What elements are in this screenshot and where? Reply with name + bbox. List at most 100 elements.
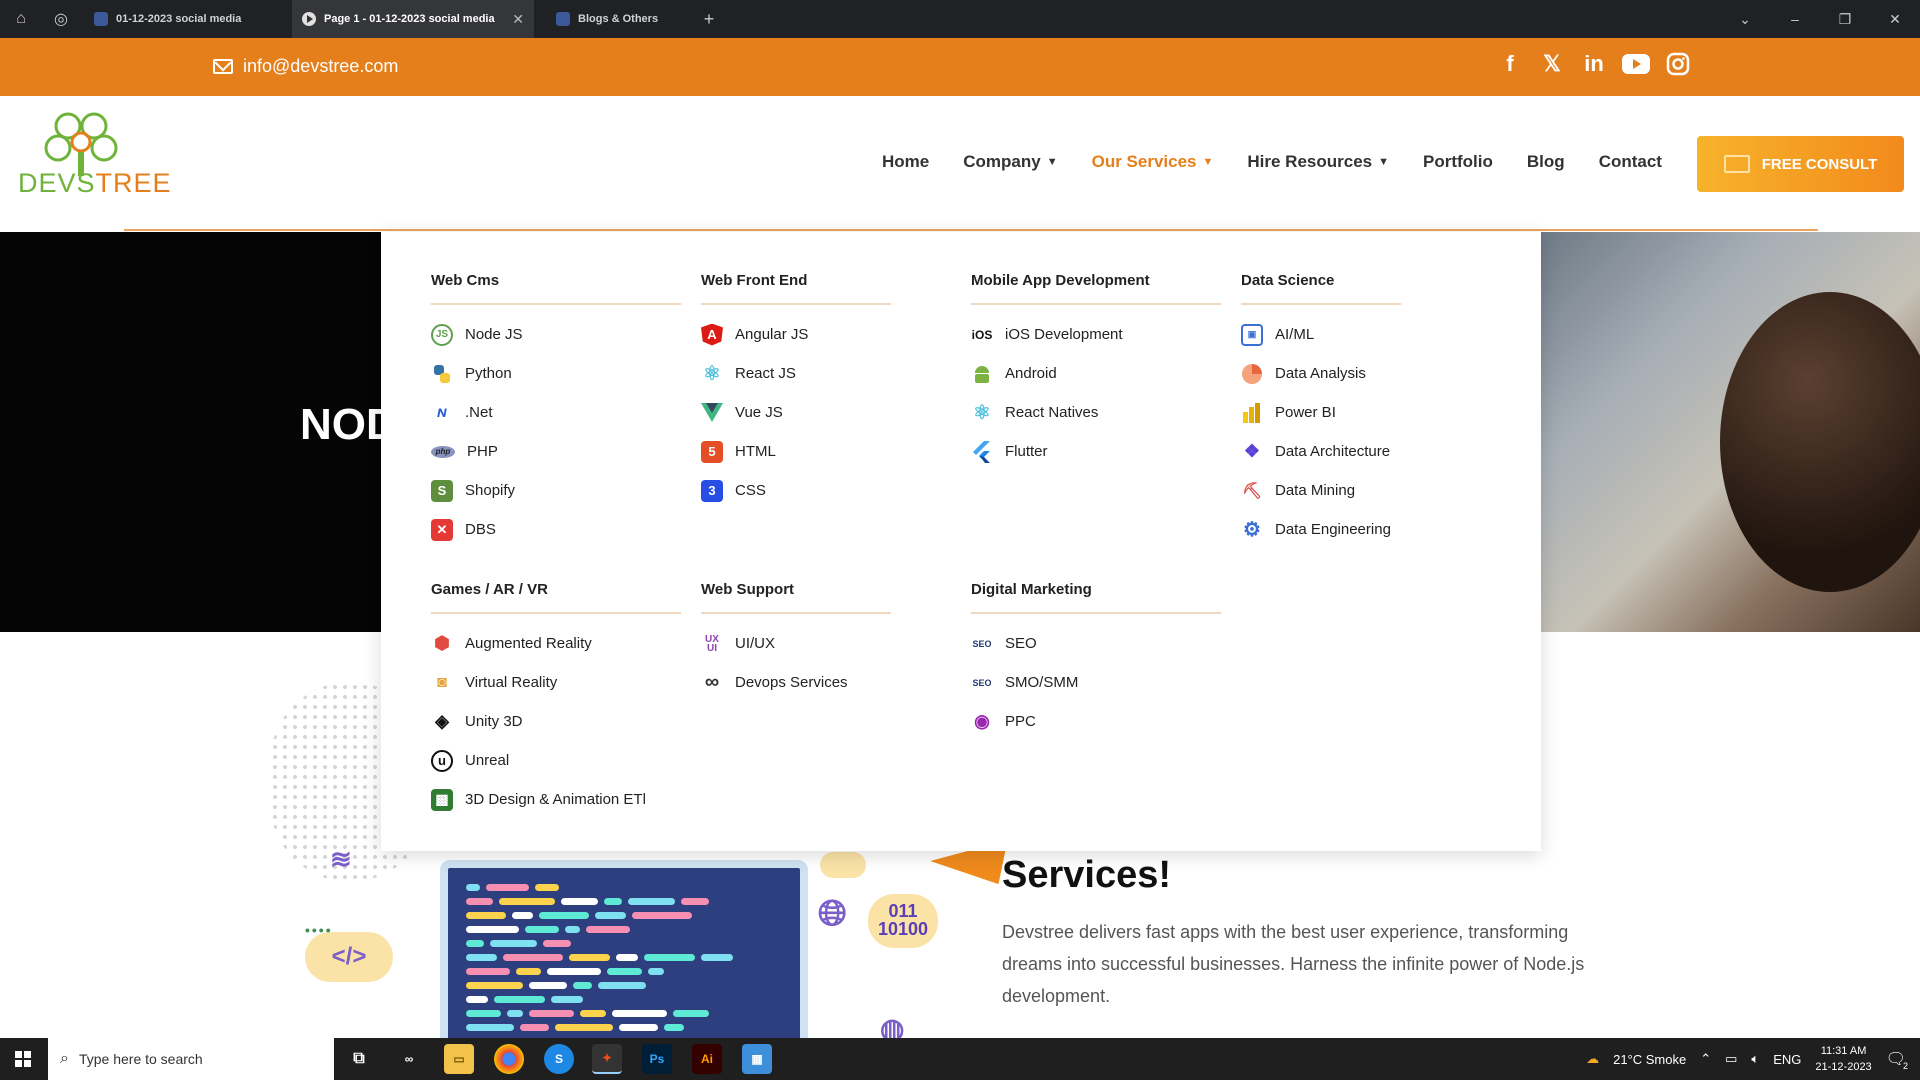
menu-item-power-bi[interactable]: Power BI (1241, 393, 1401, 432)
nav-blog[interactable]: Blog (1527, 152, 1565, 172)
menu-item-data-engineering[interactable]: ⚙ Data Engineering (1241, 510, 1401, 549)
clock-time: 11:31 AM (1820, 1045, 1867, 1057)
menu-item-unreal[interactable]: u Unreal (431, 741, 681, 780)
menu-item-angular-js[interactable]: A Angular JS (701, 315, 891, 354)
nav-hire-resources[interactable]: Hire Resources ▼ (1247, 152, 1389, 172)
menu-item-label: Data Analysis (1275, 365, 1366, 382)
menu-column-title: Web Support (701, 581, 891, 614)
menu-item-virtual-reality[interactable]: ◙ Virtual Reality (431, 663, 681, 702)
code-line-decor (543, 940, 571, 947)
chevron-up-icon[interactable]: ⌃ (1700, 1051, 1711, 1067)
menu-item-ppc[interactable]: ◉ PPC (971, 702, 1221, 741)
browser-tab[interactable]: 01-12-2023 social media (84, 0, 290, 38)
menu-item-seo[interactable]: SEO SEO (971, 624, 1221, 663)
chevron-down-icon: ▼ (1378, 156, 1390, 168)
tab-list-icon[interactable]: ⌄ (1720, 0, 1770, 38)
menu-item-react-js[interactable]: ⚛ React JS (701, 354, 891, 393)
menu-item-shopify[interactable]: S Shopify (431, 471, 681, 510)
app-icon[interactable]: ∞ (394, 1044, 424, 1074)
close-tab-icon[interactable]: ✕ (512, 11, 524, 28)
code-line-decor (529, 1010, 574, 1017)
menu-item-ios-development[interactable]: iOS iOS Development (971, 315, 1221, 354)
browser-tab-active[interactable]: Page 1 - 01-12-2023 social media ✕ (292, 0, 534, 38)
calculator-icon[interactable]: ▦ (742, 1044, 772, 1074)
menu-item-node-js[interactable]: JS Node JS (431, 315, 681, 354)
menu-item-3d-design[interactable]: ▩ 3D Design & Animation ETl (431, 780, 681, 819)
menu-item-ai-ml[interactable]: ▣ AI/ML (1241, 315, 1401, 354)
restore-icon[interactable]: ❐ (1820, 0, 1870, 38)
home-icon[interactable]: ⌂ (2, 0, 40, 38)
minimize-icon[interactable]: – (1770, 0, 1820, 38)
menu-item-devops-services[interactable]: ∞ Devops Services (701, 663, 891, 702)
nav-company[interactable]: Company ▼ (963, 152, 1057, 172)
instagram-icon[interactable] (1664, 50, 1692, 78)
nav-label: Company (963, 152, 1041, 171)
start-button[interactable] (0, 1038, 46, 1080)
menu-item-label: Vue JS (735, 404, 783, 421)
facebook-icon[interactable]: f (1496, 50, 1524, 78)
php-icon: php (431, 445, 455, 458)
menu-item-data-architecture[interactable]: ❖ Data Architecture (1241, 432, 1401, 471)
menu-item-dbs[interactable]: ✕ DBS (431, 510, 681, 549)
youtube-icon[interactable] (1622, 50, 1650, 78)
menu-item-android[interactable]: Android (971, 354, 1221, 393)
chevron-down-icon: ▼ (1202, 156, 1214, 168)
menu-item-flutter[interactable]: Flutter (971, 432, 1221, 471)
menu-item-python[interactable]: Python (431, 354, 681, 393)
menu-item-unity-3d[interactable]: ◈ Unity 3D (431, 702, 681, 741)
nav-portfolio[interactable]: Portfolio (1423, 152, 1493, 172)
search-icon: ⌕ (60, 1050, 69, 1067)
close-window-icon[interactable]: ✕ (1870, 0, 1920, 38)
code-line-decor (466, 898, 493, 905)
nav-home[interactable]: Home (882, 152, 929, 172)
task-view-icon[interactable]: ⧉ (344, 1044, 374, 1074)
browser-tab[interactable]: Blogs & Others (546, 0, 686, 38)
menu-column-mobile-app-development: Mobile App Development iOS iOS Developmen… (971, 272, 1221, 471)
menu-item-react-natives[interactable]: ⚛ React Natives (971, 393, 1221, 432)
notification-icon[interactable]: 🗨︎ 2 (1886, 1049, 1908, 1071)
new-tab-icon[interactable]: + (690, 0, 728, 38)
weather-text[interactable]: 21°C Smoke (1613, 1052, 1686, 1067)
cubes-icon: ❖ (1243, 441, 1261, 461)
figma-icon[interactable]: ✦ (592, 1044, 622, 1074)
code-line-decor (616, 954, 638, 961)
language-indicator[interactable]: ENG (1773, 1052, 1801, 1067)
menu-item-dotnet[interactable]: ɴ .Net (431, 393, 681, 432)
dotnet-icon: ɴ (436, 403, 448, 421)
document-icon (556, 12, 570, 26)
volume-icon[interactable]: 🔈︎ (1751, 1051, 1759, 1067)
menu-item-ui-ux[interactable]: UX UI UI/UX (701, 624, 891, 663)
menu-item-php[interactable]: php PHP (431, 432, 681, 471)
menu-column-digital-marketing: Digital Marketing SEO SEO SEO SMO/SMM ◉ PPC (971, 581, 1221, 741)
linkedin-icon[interactable]: in (1580, 50, 1608, 78)
skype-icon[interactable]: S (544, 1044, 574, 1074)
menu-item-data-analysis[interactable]: Data Analysis (1241, 354, 1401, 393)
nav-contact[interactable]: Contact (1599, 152, 1662, 172)
free-consult-button[interactable]: FREE CONSULT (1697, 136, 1904, 192)
menu-item-label: Angular JS (735, 326, 809, 343)
photoshop-icon[interactable]: Ps (642, 1044, 672, 1074)
globe-icon[interactable]: ◎ (42, 0, 80, 38)
menu-item-html[interactable]: 5 HTML (701, 432, 891, 471)
illustrator-icon[interactable]: Ai (692, 1044, 722, 1074)
react-icon: ⚛ (703, 363, 721, 385)
chrome-icon[interactable] (494, 1044, 524, 1074)
email-link[interactable]: info@devstree.com (213, 56, 398, 77)
menu-item-css[interactable]: 3 CSS (701, 471, 891, 510)
nav-label: Our Services (1091, 152, 1197, 171)
menu-item-label: PHP (467, 443, 498, 460)
code-line-decor (547, 968, 601, 975)
menu-item-label: DBS (465, 521, 496, 538)
search-placeholder: Type here to search (78, 1051, 203, 1067)
network-icon[interactable]: ▭ (1725, 1051, 1737, 1067)
nav-our-services[interactable]: Our Services ▼ (1092, 152, 1214, 172)
menu-item-vue-js[interactable]: Vue JS (701, 393, 891, 432)
file-explorer-icon[interactable]: ▭ (444, 1044, 474, 1074)
clock[interactable]: 11:31 AM 21-12-2023 (1815, 1043, 1871, 1075)
x-icon[interactable]: 𝕏 (1538, 50, 1566, 78)
taskbar-search[interactable]: ⌕ Type here to search (48, 1038, 334, 1080)
menu-item-data-mining[interactable]: ⛏ Data Mining (1241, 471, 1401, 510)
code-line-decor (466, 982, 523, 989)
menu-item-smo-smm[interactable]: SEO SMO/SMM (971, 663, 1221, 702)
menu-item-augmented-reality[interactable]: ⬢ Augmented Reality (431, 624, 681, 663)
